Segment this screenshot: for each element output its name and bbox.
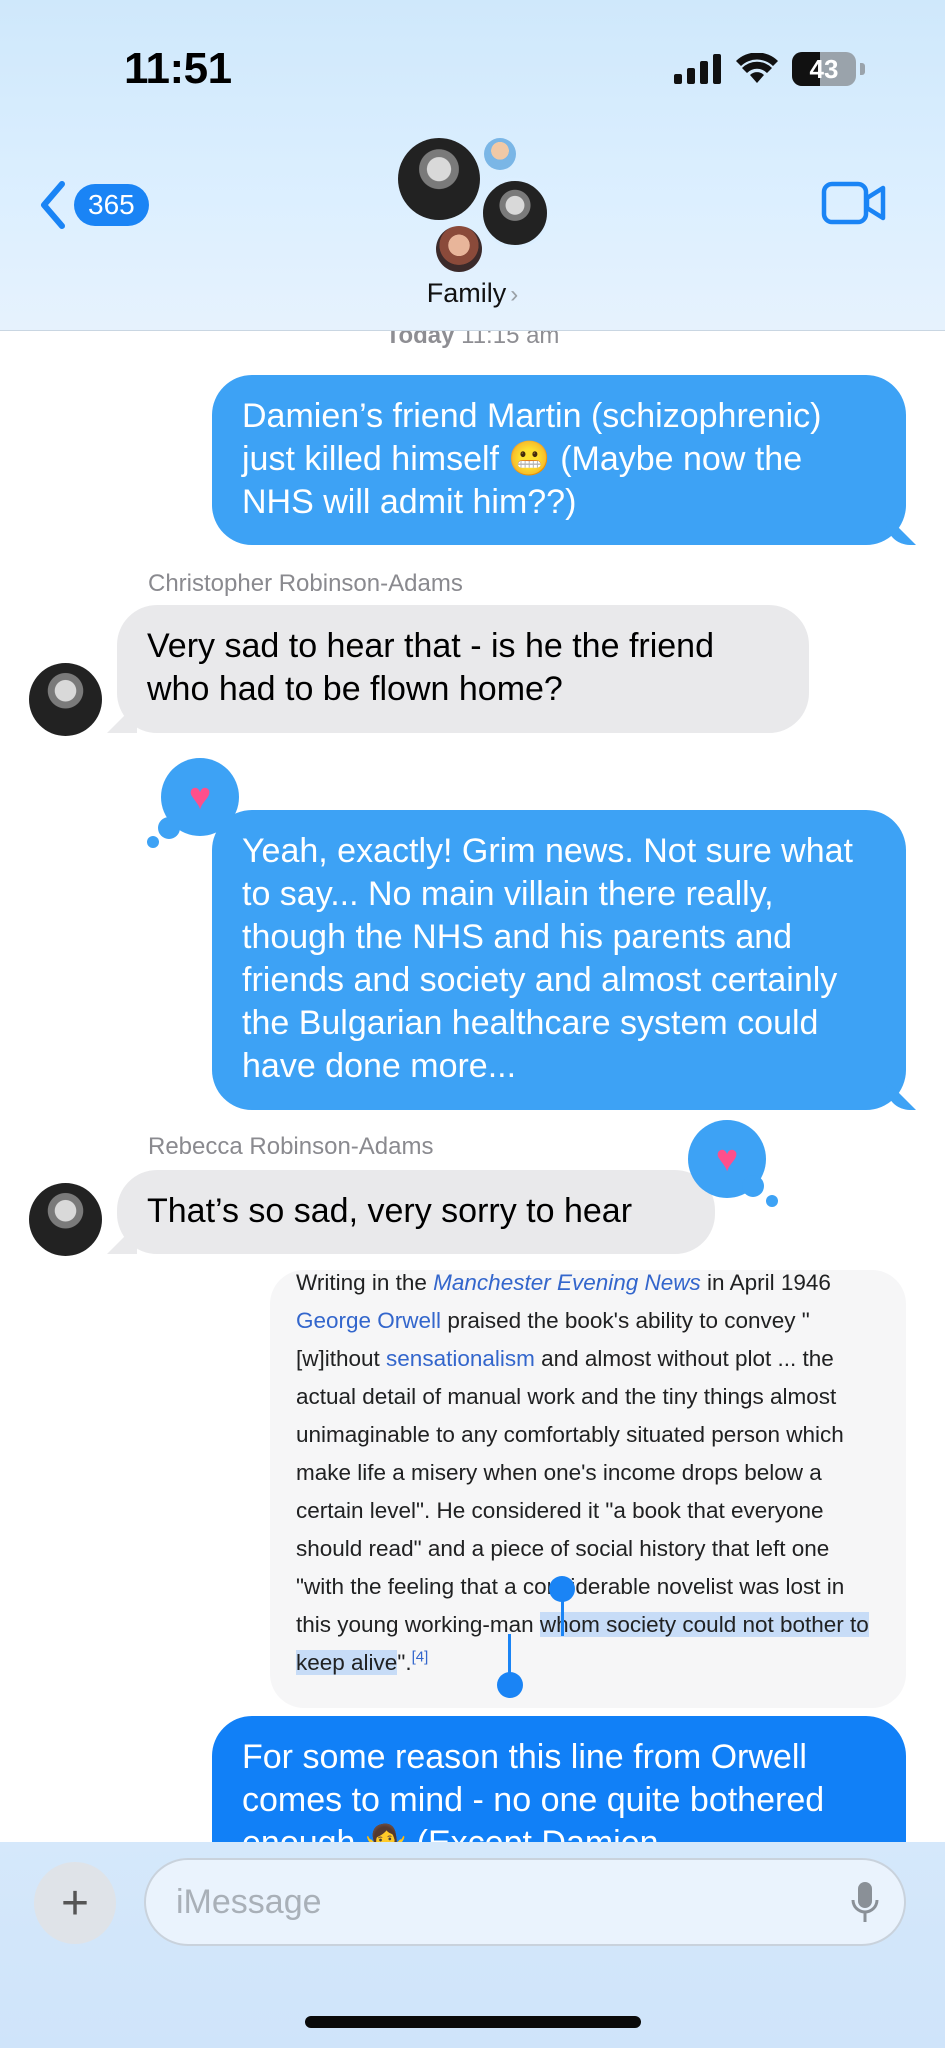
- message-text: Yeah, exactly! Grim news. Not sure what …: [242, 832, 854, 1085]
- group-name-label: Family: [426, 278, 507, 308]
- conversation-header: 11:51 43 365 Family ›: [0, 0, 945, 331]
- battery-level: 43: [809, 53, 839, 84]
- outgoing-message[interactable]: Yeah, exactly! Grim news. Not sure what …: [212, 810, 906, 1110]
- avatar: [480, 178, 550, 248]
- avatar: [484, 138, 516, 170]
- video-camera-icon: [821, 181, 886, 225]
- selection-end-handle: [497, 1672, 523, 1698]
- add-attachment-button[interactable]: +: [34, 1862, 116, 1944]
- heart-reaction-icon[interactable]: ♥: [161, 758, 239, 836]
- message-text: Damien’s friend Martin (schizophrenic) j…: [242, 397, 822, 521]
- article-text-run: ".: [397, 1650, 412, 1675]
- input-placeholder: iMessage: [176, 1883, 322, 1921]
- incoming-message[interactable]: Very sad to hear that - is he the friend…: [117, 605, 809, 733]
- microphone-icon[interactable]: [850, 1880, 880, 1926]
- group-name[interactable]: Family ›: [0, 278, 945, 309]
- reaction-tail-dot: [147, 836, 159, 848]
- citation-link: [4]: [411, 1648, 429, 1666]
- status-time: 11:51: [124, 44, 232, 93]
- battery-cap: [860, 63, 865, 75]
- article-link-sensationalism: sensationalism: [386, 1346, 535, 1371]
- back-button[interactable]: 365: [38, 180, 149, 230]
- chevron-right-icon: ›: [510, 281, 519, 308]
- avatar: [436, 226, 482, 272]
- message-text: Very sad to hear that - is he the friend…: [147, 627, 714, 708]
- avatar: [398, 138, 480, 220]
- home-indicator[interactable]: [305, 2016, 641, 2028]
- cellular-signal-icon: [674, 54, 721, 84]
- sender-name: Rebecca Robinson-Adams: [148, 1133, 434, 1160]
- article-screenshot-image[interactable]: Writing in the Manchester Evening News i…: [270, 1270, 906, 1708]
- selection-start-caret: [561, 1592, 564, 1636]
- outgoing-message[interactable]: Damien’s friend Martin (schizophrenic) j…: [212, 375, 906, 545]
- article-text-run: Writing in the: [296, 1270, 434, 1295]
- sender-avatar[interactable]: [29, 663, 102, 736]
- unread-count-badge: 365: [74, 184, 149, 226]
- reaction-tail-dot: [742, 1175, 764, 1197]
- battery-icon: 43: [792, 52, 856, 86]
- facetime-video-button[interactable]: [821, 180, 887, 231]
- group-avatar-cluster[interactable]: [392, 138, 562, 278]
- article-text: Writing in the Manchester Evening News i…: [296, 1270, 880, 1682]
- incoming-message[interactable]: That’s so sad, very sorry to hear: [117, 1170, 715, 1254]
- status-icons: 43: [674, 52, 865, 86]
- wifi-icon: [736, 53, 778, 83]
- sender-name: Christopher Robinson-Adams: [148, 570, 463, 597]
- article-text-run: in April 1946: [700, 1270, 831, 1295]
- message-composer: + iMessage: [0, 1842, 945, 2048]
- chevron-left-icon: [41, 181, 65, 229]
- plus-icon: +: [60, 1876, 90, 1930]
- imessage-input[interactable]: iMessage: [144, 1858, 906, 1946]
- article-link-orwell: George Orwell: [296, 1308, 442, 1333]
- reaction-tail-dot: [766, 1195, 778, 1207]
- sender-avatar[interactable]: [29, 1183, 102, 1256]
- message-text: That’s so sad, very sorry to hear: [147, 1192, 633, 1230]
- article-link-newspaper: Manchester Evening News: [433, 1270, 701, 1295]
